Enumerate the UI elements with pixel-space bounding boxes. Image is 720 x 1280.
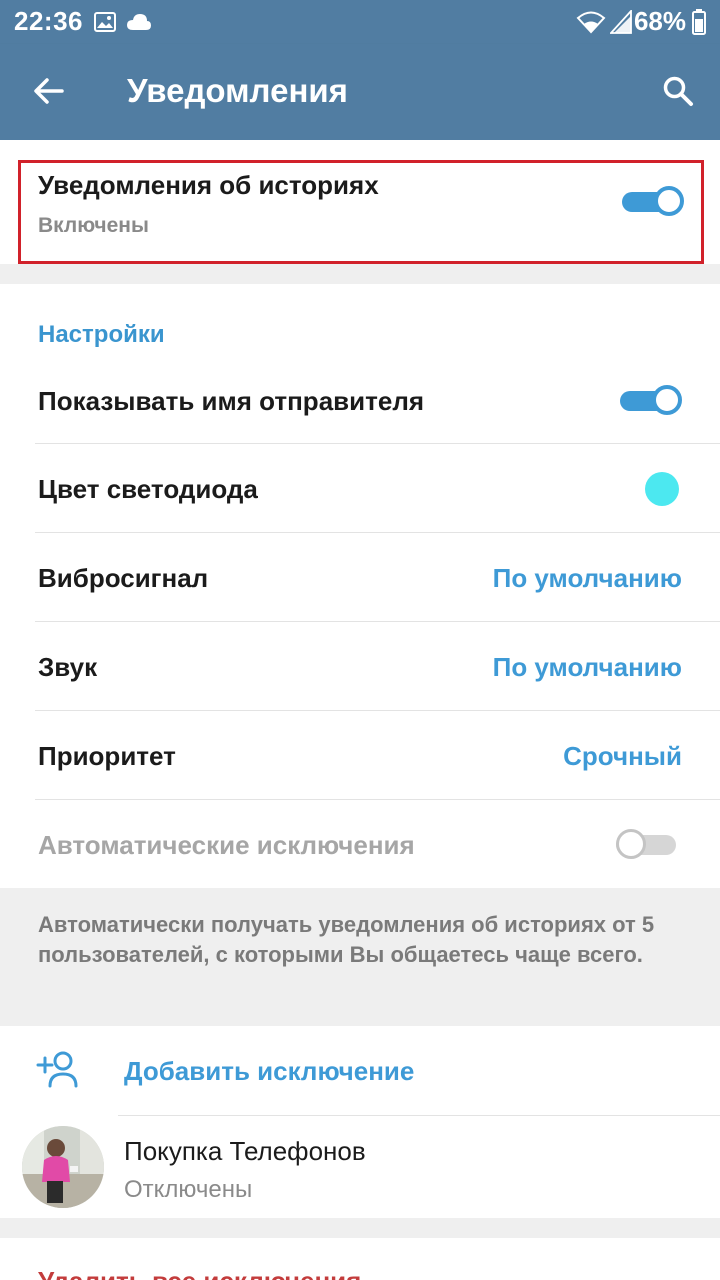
add-exception-row[interactable]: Добавить исключение xyxy=(0,1026,720,1114)
search-icon[interactable] xyxy=(662,75,694,112)
priority-value: Срочный xyxy=(563,741,682,771)
auto-exceptions-toggle[interactable] xyxy=(616,829,678,859)
image-icon xyxy=(94,12,116,37)
vibration-value: По умолчанию xyxy=(492,563,682,593)
show-sender-label: Показывать имя отправителя xyxy=(38,386,425,416)
delete-all-section: Удалить все исключения xyxy=(0,1238,720,1280)
sound-row[interactable]: Звук По умолчанию xyxy=(0,622,720,710)
show-sender-row[interactable]: Показывать имя отправителя xyxy=(0,356,720,444)
status-bar: 22:36 68% xyxy=(0,0,720,44)
battery-percent: 68% xyxy=(633,6,686,36)
led-color-swatch[interactable] xyxy=(645,472,679,506)
cloud-icon xyxy=(126,13,152,36)
wifi-icon xyxy=(576,10,606,39)
add-user-icon xyxy=(36,1050,80,1093)
show-sender-toggle[interactable] xyxy=(620,385,682,415)
exception-name: Покупка Телефонов xyxy=(124,1136,366,1166)
auto-exceptions-row[interactable]: Автоматические исключения xyxy=(0,800,720,888)
exception-status: Отключены xyxy=(124,1176,253,1203)
priority-row[interactable]: Приоритет Срочный xyxy=(0,711,720,799)
info-text: Автоматически получать уведомления об ис… xyxy=(38,912,655,967)
auto-exceptions-info: Автоматически получать уведомления об ис… xyxy=(0,888,720,1026)
vibration-label: Вибросигнал xyxy=(38,563,209,593)
settings-header: Настройки xyxy=(38,321,165,348)
highlight-frame xyxy=(18,160,704,264)
priority-label: Приоритет xyxy=(38,741,176,771)
settings-section: Настройки Показывать имя отправителя Цве… xyxy=(0,284,720,888)
arrow-left-icon[interactable] xyxy=(34,76,64,111)
delete-all-exceptions-button[interactable]: Удалить все исключения xyxy=(38,1266,361,1280)
led-color-row[interactable]: Цвет светодиода xyxy=(0,444,720,532)
signal-icon xyxy=(608,8,632,39)
sound-value: По умолчанию xyxy=(492,652,682,682)
battery-icon xyxy=(692,9,706,40)
vibration-row[interactable]: Вибросигнал По умолчанию xyxy=(0,533,720,621)
exceptions-section: Добавить исключение Покупка Телефонов От… xyxy=(0,1026,720,1218)
led-color-label: Цвет светодиода xyxy=(38,474,258,504)
avatar xyxy=(22,1126,104,1208)
exception-item[interactable]: Покупка Телефонов Отключены xyxy=(0,1116,720,1218)
status-time: 22:36 xyxy=(14,6,83,36)
sound-label: Звук xyxy=(38,652,98,682)
page-title: Уведомления xyxy=(127,72,348,109)
app-bar: Уведомления xyxy=(0,44,720,140)
auto-exceptions-label: Автоматические исключения xyxy=(38,830,415,860)
add-exception-label: Добавить исключение xyxy=(124,1056,415,1086)
